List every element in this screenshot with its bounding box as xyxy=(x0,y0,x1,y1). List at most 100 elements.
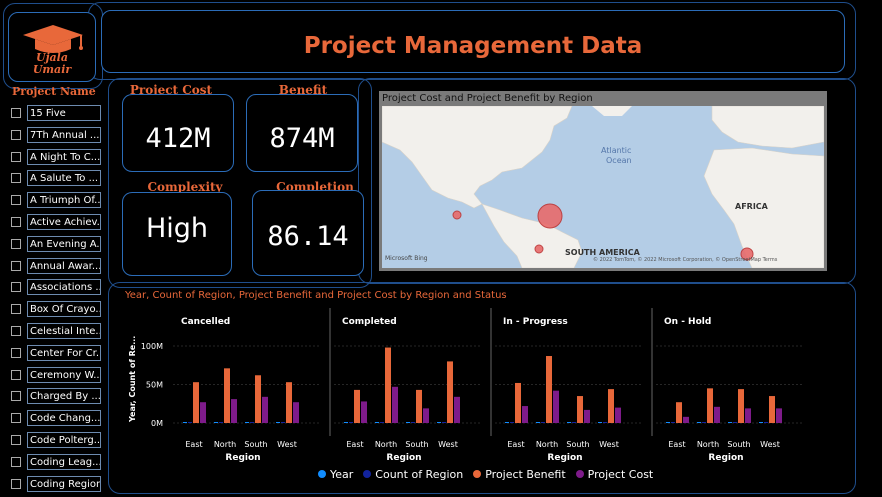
legend-item[interactable]: Count of Region xyxy=(363,468,463,481)
bar-project-cost xyxy=(262,396,268,423)
checkbox[interactable] xyxy=(11,369,21,380)
map-label-ocean2: Ocean xyxy=(606,156,632,165)
bar-year xyxy=(666,422,670,423)
slicer-item-label: A Triumph Of... xyxy=(27,192,101,209)
slicer-item[interactable]: Code Chang... xyxy=(11,410,101,427)
slicer-item[interactable]: Celestial Inte... xyxy=(11,323,101,339)
slicer-item[interactable]: 15 Five xyxy=(11,105,101,121)
title-panel: Project Management Data xyxy=(101,10,845,73)
legend-label: Project Benefit xyxy=(485,468,566,481)
bar-count xyxy=(250,422,254,423)
slicer-item[interactable]: Code Polterg... xyxy=(11,432,101,448)
x-tick-label: South xyxy=(727,440,750,449)
bar-year xyxy=(697,422,701,423)
slicer-item-label: Annual Awar... xyxy=(27,257,101,274)
slicer-item[interactable]: A Salute To ... xyxy=(11,170,101,187)
map-brand: Microsoft Bing xyxy=(385,255,428,262)
checkbox[interactable] xyxy=(11,391,21,402)
bar-project-benefit xyxy=(608,389,614,423)
slicer-item-label: Code Polterg... xyxy=(27,432,101,448)
bubble-north xyxy=(537,203,563,229)
bar-year xyxy=(214,422,218,423)
slicer-item-label: An Evening A... xyxy=(27,235,101,252)
checkbox[interactable] xyxy=(11,129,21,140)
x-tick-label: East xyxy=(346,440,363,449)
bar-project-cost xyxy=(776,408,782,423)
slicer-item-label: A Salute To ... xyxy=(27,170,101,187)
slicer-item-label: Active Achiev... xyxy=(27,214,101,230)
x-axis-title: Region xyxy=(225,453,260,463)
map-visual[interactable]: Project Cost and Project Benefit by Regi… xyxy=(379,91,827,271)
slicer-item[interactable]: Coding Region xyxy=(11,475,101,492)
checkbox[interactable] xyxy=(11,260,21,271)
legend-label: Year xyxy=(330,468,354,481)
checkbox[interactable] xyxy=(11,238,21,249)
slicer-title: Project Name xyxy=(12,85,96,98)
map-canvas[interactable] xyxy=(382,106,824,268)
facet-title: On - Hold xyxy=(664,317,711,327)
slicer-item[interactable]: A Triumph Of... xyxy=(11,192,101,209)
clustered-column-chart[interactable]: Year, Count of Re... 100M 50M 0M Cancelled Ea… xyxy=(121,302,845,492)
bar-year xyxy=(536,422,540,423)
bar-project-benefit xyxy=(707,388,713,423)
bar-count xyxy=(603,422,607,423)
bar-project-cost xyxy=(714,406,720,423)
bar-count xyxy=(733,422,737,423)
checkbox[interactable] xyxy=(11,282,21,293)
bar-project-benefit xyxy=(546,356,552,423)
checkbox[interactable] xyxy=(11,435,21,445)
slicer-item[interactable]: Annual Awar... xyxy=(11,257,101,274)
checkbox[interactable] xyxy=(11,347,21,358)
x-tick-label: West xyxy=(277,440,297,449)
slicer-item-label: Celestial Inte... xyxy=(27,323,101,339)
checkbox[interactable] xyxy=(11,478,21,489)
bar-project-cost xyxy=(392,386,398,423)
slicer-item[interactable]: Box Of Crayo... xyxy=(11,301,101,318)
slicer-item-label: Center For Cr... xyxy=(27,344,101,361)
bar-year xyxy=(437,422,441,423)
bar-year xyxy=(276,422,280,423)
checkbox[interactable] xyxy=(11,456,21,467)
x-tick-label: North xyxy=(697,440,719,449)
bar-project-benefit xyxy=(286,382,292,423)
slicer-item[interactable]: Coding Leag... xyxy=(11,453,101,470)
slicer-item[interactable]: 7Th Annual ... xyxy=(11,126,101,143)
checkbox[interactable] xyxy=(11,195,21,206)
bar-project-cost xyxy=(745,408,751,423)
checkbox[interactable] xyxy=(11,151,21,162)
legend-item[interactable]: Project Cost xyxy=(575,468,653,481)
y-tick-label: 0M xyxy=(151,419,163,428)
slicer-item[interactable]: Active Achiev... xyxy=(11,214,101,230)
bar-year xyxy=(245,422,249,423)
bar-project-benefit xyxy=(577,396,583,423)
slicer-item-label: 15 Five xyxy=(27,105,101,121)
bar-year xyxy=(406,422,410,423)
legend-item[interactable]: Project Benefit xyxy=(473,468,566,481)
checkbox[interactable] xyxy=(11,108,21,118)
x-axis-title: Region xyxy=(708,453,743,463)
legend-item[interactable]: Year xyxy=(318,468,353,481)
slicer-item-label: Associations ... xyxy=(27,279,101,296)
bar-year xyxy=(598,422,602,423)
slicer-item[interactable]: Charged By ... xyxy=(11,388,101,405)
checkbox[interactable] xyxy=(11,173,21,184)
slicer-item[interactable]: Center For Cr... xyxy=(11,344,101,361)
checkbox[interactable] xyxy=(11,326,21,336)
checkbox[interactable] xyxy=(11,304,21,315)
bar-count xyxy=(510,422,514,423)
checkbox[interactable] xyxy=(11,413,21,424)
slicer-item[interactable]: Ceremony W... xyxy=(11,366,101,383)
completion-value: 86.14 xyxy=(267,221,349,252)
bar-year xyxy=(505,422,509,423)
checkbox[interactable] xyxy=(11,217,21,227)
x-axis-title: Region xyxy=(386,453,421,463)
completion-card: 86.14 xyxy=(252,190,364,276)
legend-dot-icon xyxy=(318,470,326,478)
facet-title: Cancelled xyxy=(181,317,230,327)
bar-project-benefit xyxy=(515,382,521,423)
slicer-item[interactable]: A Night To C... xyxy=(11,148,101,165)
slicer-item[interactable]: An Evening A... xyxy=(11,235,101,252)
slicer-item[interactable]: Associations ... xyxy=(11,279,101,296)
slicer-item-label: Charged By ... xyxy=(27,388,101,405)
legend-label: Count of Region xyxy=(375,468,464,481)
